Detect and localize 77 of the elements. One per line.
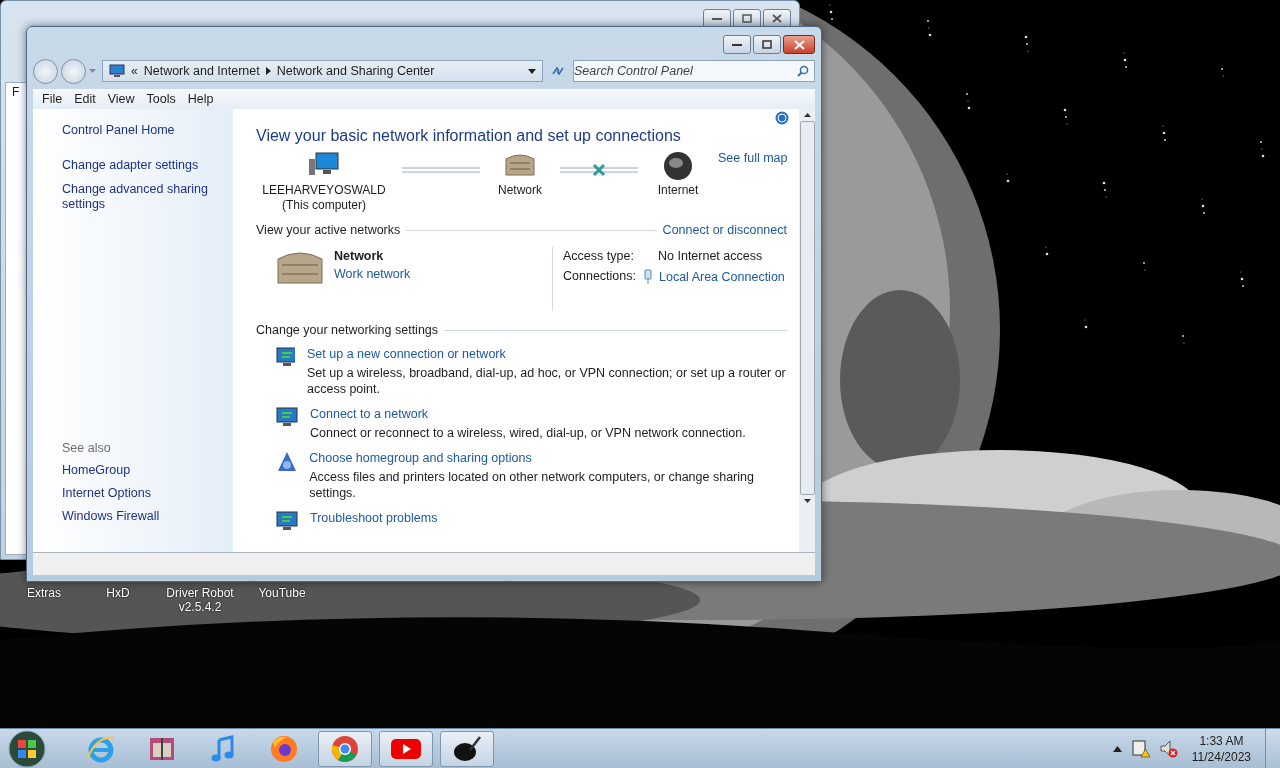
menu-item[interactable]: View xyxy=(102,92,140,106)
menu-item[interactable]: Tools xyxy=(141,92,181,106)
close-icon xyxy=(772,14,782,23)
scroll-down-icon[interactable] xyxy=(803,499,811,503)
search-icon[interactable] xyxy=(797,65,809,77)
close-button[interactable] xyxy=(783,35,815,54)
task-description: Access files and printers located on other network computers, or change sharing settings. xyxy=(309,469,755,501)
show-hidden-icons-icon[interactable] xyxy=(1112,745,1122,752)
speaker-muted-icon[interactable] xyxy=(1159,739,1178,758)
menu-item[interactable]: F xyxy=(12,85,20,99)
network-icon xyxy=(276,347,295,367)
maximize-icon xyxy=(742,14,752,23)
access-type-label: Access type: xyxy=(563,249,634,263)
node-label: Network xyxy=(498,185,542,196)
connection-link[interactable]: Local Area Connection xyxy=(659,269,785,284)
scrollbar[interactable] xyxy=(799,109,815,552)
scroll-up-icon[interactable] xyxy=(803,113,811,117)
desktop-icon-label[interactable]: Extras xyxy=(10,586,78,614)
task-link[interactable]: Set up a new connection or network xyxy=(307,347,787,361)
disconnected-icon xyxy=(592,163,606,177)
sidebar-link[interactable]: Internet Options xyxy=(62,486,233,501)
address-bar[interactable]: « Network and Internet Network and Sharing Center xyxy=(102,60,543,82)
node-label: Internet xyxy=(657,185,699,196)
node-sublabel: (This computer) xyxy=(282,200,366,211)
task-link[interactable]: Troubleshoot problems xyxy=(310,511,438,525)
maximize-icon xyxy=(762,40,772,49)
sidebar-link[interactable]: Control Panel Home xyxy=(62,123,233,138)
menu-item[interactable]: Help xyxy=(182,92,219,106)
access-type-value: No Internet access xyxy=(658,249,763,263)
task-description: Set up a wireless, broadband, dial-up, ad hoc, or VPN connection; or set up a router or access point. xyxy=(307,365,787,397)
sidebar-link[interactable]: HomeGroup xyxy=(62,463,233,478)
help-icon[interactable] xyxy=(775,111,789,125)
network-name: Network xyxy=(334,249,385,263)
homegroup-icon xyxy=(276,451,298,473)
desktop-icon-label[interactable]: YouTube xyxy=(248,586,316,614)
breadcrumb-overflow[interactable]: « xyxy=(131,64,138,78)
sidebar-link[interactable]: Change advanced sharing settings xyxy=(62,182,233,212)
taskbar-button[interactable] xyxy=(440,730,494,767)
task-link[interactable]: Choose homegroup and sharing options xyxy=(309,451,787,465)
maximize-button[interactable] xyxy=(753,35,781,54)
see-also-heading: See also xyxy=(62,441,112,455)
node-label: LEEHARVEYOSWALD xyxy=(262,185,386,196)
play-icon xyxy=(390,736,422,761)
page-heading: View your basic network information and set up connections xyxy=(256,127,682,145)
chrome-icon xyxy=(330,733,360,764)
breadcrumb-item[interactable]: Network and Internet xyxy=(143,64,260,78)
sidebar-link[interactable]: Change adapter settings xyxy=(62,158,233,173)
close-icon xyxy=(793,39,805,50)
connections-label: Connections: xyxy=(563,269,636,284)
monitor-icon xyxy=(109,64,125,78)
breadcrumb-item[interactable]: Network and Sharing Center xyxy=(276,64,435,78)
network-warning-icon[interactable] xyxy=(1131,739,1150,758)
refresh-icon[interactable] xyxy=(550,64,566,78)
connect-link[interactable]: Connect or disconnect xyxy=(662,223,787,237)
show-desktop-button[interactable] xyxy=(1265,728,1280,768)
see-full-map-link[interactable]: See full map xyxy=(718,151,788,165)
section-heading: View your active networks xyxy=(256,223,401,237)
cable-icon xyxy=(644,269,652,284)
desktop-icon-label[interactable]: HxD xyxy=(84,586,152,614)
section-heading: Change your networking settings xyxy=(256,323,439,337)
globe-icon xyxy=(663,151,693,181)
desktop-icon-label[interactable]: Driver Robot v2.5.4.2 xyxy=(158,586,242,614)
sidebar-link[interactable]: Windows Firewall xyxy=(62,509,233,524)
task-description: Connect or reconnect to a wireless, wired, dial-up, or VPN network connection. xyxy=(310,425,746,441)
network-type-link[interactable]: Work network xyxy=(334,267,411,281)
task-link[interactable]: Connect to a network xyxy=(310,407,746,421)
clock-date[interactable]: 11/24/2023 xyxy=(1191,748,1251,765)
menu-item[interactable]: Edit xyxy=(69,92,101,106)
search-field[interactable]: Search Control Panel xyxy=(573,60,815,82)
chevron-icon[interactable] xyxy=(265,67,271,75)
dropdown-icon[interactable] xyxy=(528,68,536,74)
menu-item[interactable]: File xyxy=(37,92,68,106)
minimize-button[interactable] xyxy=(723,35,751,54)
network-icon xyxy=(276,407,298,427)
network-icon xyxy=(276,511,298,531)
clock-time[interactable]: 1:33 AM xyxy=(1199,732,1244,749)
start-button[interactable] xyxy=(8,729,46,768)
